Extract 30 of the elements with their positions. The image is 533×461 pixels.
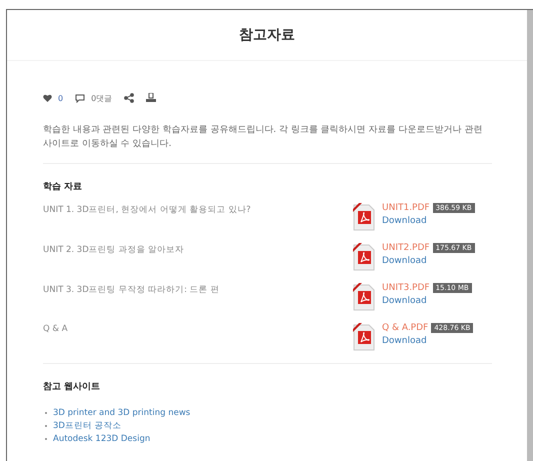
pdf-file-icon xyxy=(352,323,376,351)
website-link[interactable]: 3D프린터 공작소 xyxy=(53,420,122,432)
download-link[interactable]: Download xyxy=(382,256,475,266)
material-title: Q & A xyxy=(43,323,69,336)
download-link[interactable]: Download xyxy=(382,336,474,346)
pdf-file-icon xyxy=(352,283,376,311)
comment-icon[interactable] xyxy=(75,94,86,102)
pdf-file-icon xyxy=(352,243,376,271)
file-link[interactable]: UNIT1.PDF xyxy=(382,203,430,213)
website-link[interactable]: Autodesk 123D Design xyxy=(53,433,150,445)
description-text: 학습한 내용과 관련된 다양한 학습자료를 공유해드립니다. 각 링크를 클릭하시면 자료를 다운로드받거나 관련 사이트로 이동하실 수 있습니다. xyxy=(43,124,484,151)
file-link[interactable]: UNIT3.PDF xyxy=(382,283,430,293)
page-title: 참고자료 xyxy=(239,26,295,44)
material-title: UNIT 1. 3D프린터, 현장에서 어떻게 활용되고 있나? xyxy=(43,204,252,217)
pdf-file-icon xyxy=(352,203,376,231)
file-link[interactable]: Q & A.PDF xyxy=(382,323,428,333)
section-heading: 참고 웹사이트 xyxy=(43,381,102,393)
comment-count: 0댓글 xyxy=(91,92,112,104)
download-link[interactable]: Download xyxy=(382,216,475,226)
material-title: UNIT 3. 3D프린팅 무작정 따라하기: 드론 편 xyxy=(43,284,220,297)
scrollbar[interactable] xyxy=(527,10,533,461)
website-link[interactable]: 3D printer and 3D printing news xyxy=(53,407,190,419)
section-heading: 학습 자료 xyxy=(43,181,84,193)
share-icon[interactable] xyxy=(124,93,134,103)
print-icon[interactable] xyxy=(146,93,156,103)
file-link[interactable]: UNIT2.PDF xyxy=(382,243,430,253)
like-count: 0 xyxy=(58,94,64,102)
download-link[interactable]: Download xyxy=(382,296,472,306)
heart-icon[interactable] xyxy=(43,94,52,102)
material-title: UNIT 2. 3D프린팅 과정을 알아보자 xyxy=(43,244,186,257)
